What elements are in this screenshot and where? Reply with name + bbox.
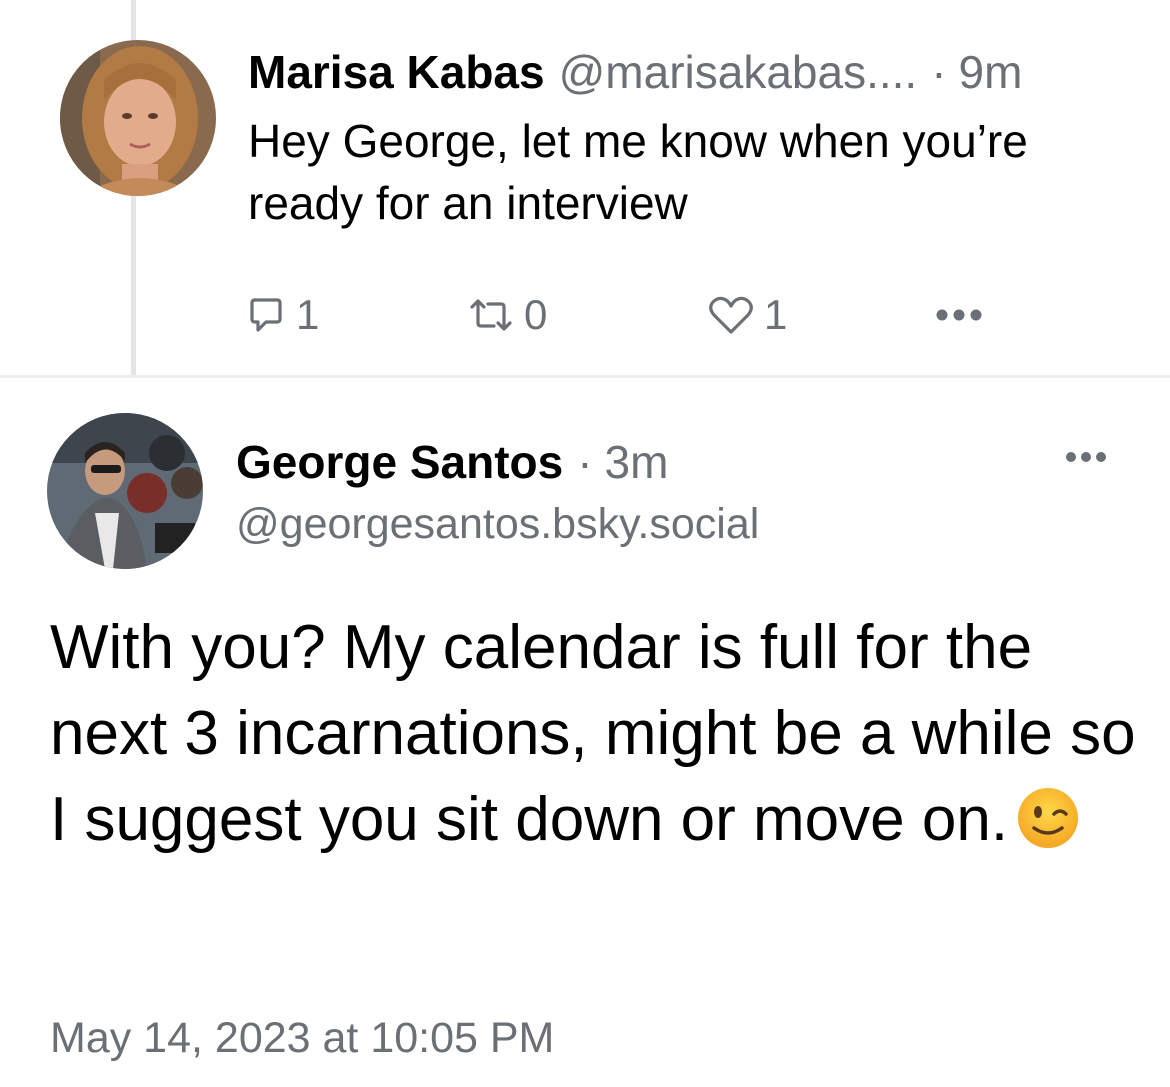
parent-post-header: Marisa Kabas @marisakabas.... · 9m [248,44,1022,100]
parent-post-text: Hey George, let me know when you’re read… [248,115,1028,229]
winking-face-icon [1018,788,1079,848]
author-name[interactable]: George Santos [236,432,563,492]
reply-button[interactable]: 1 [246,285,319,345]
main-post-text: With you? My calendar is full for the ne… [50,605,1140,863]
repost-count: 0 [524,291,548,338]
post-actions-bar: 1 0 1 [246,285,1006,345]
like-button[interactable]: 1 [708,285,787,345]
post-thread-view: Marisa Kabas @marisakabas.... · 9m Hey G… [0,0,1170,1087]
separator-dot: · [577,436,593,488]
post-time[interactable]: 3m [605,432,669,492]
repost-icon [470,299,512,331]
reply-icon [250,298,282,332]
post-divider [0,375,1170,378]
more-options-button[interactable] [1064,442,1108,472]
avatar[interactable] [47,413,203,569]
post-body: With you? My calendar is full for the ne… [50,613,1136,854]
heart-icon [709,296,753,334]
like-count: 1 [764,291,788,338]
more-horizontal-icon [936,309,982,321]
main-post-header: George Santos · 3m [236,432,668,492]
reply-count: 1 [296,291,320,338]
avatar-photo-icon [60,40,216,196]
avatar[interactable] [60,40,216,196]
post-timestamp: May 14, 2023 at 10:05 PM [50,1014,555,1062]
author-name[interactable]: Marisa Kabas [248,44,545,100]
author-handle[interactable]: @georgesantos.bsky.social [236,496,759,552]
post-time[interactable]: 9m [959,44,1023,100]
more-horizontal-icon [1066,452,1106,462]
repost-button[interactable]: 0 [468,285,547,345]
author-handle[interactable]: @marisakabas.... [559,44,918,100]
avatar-photo-icon [47,413,203,569]
more-options-button[interactable] [934,285,984,345]
separator-dot: · [931,46,947,98]
